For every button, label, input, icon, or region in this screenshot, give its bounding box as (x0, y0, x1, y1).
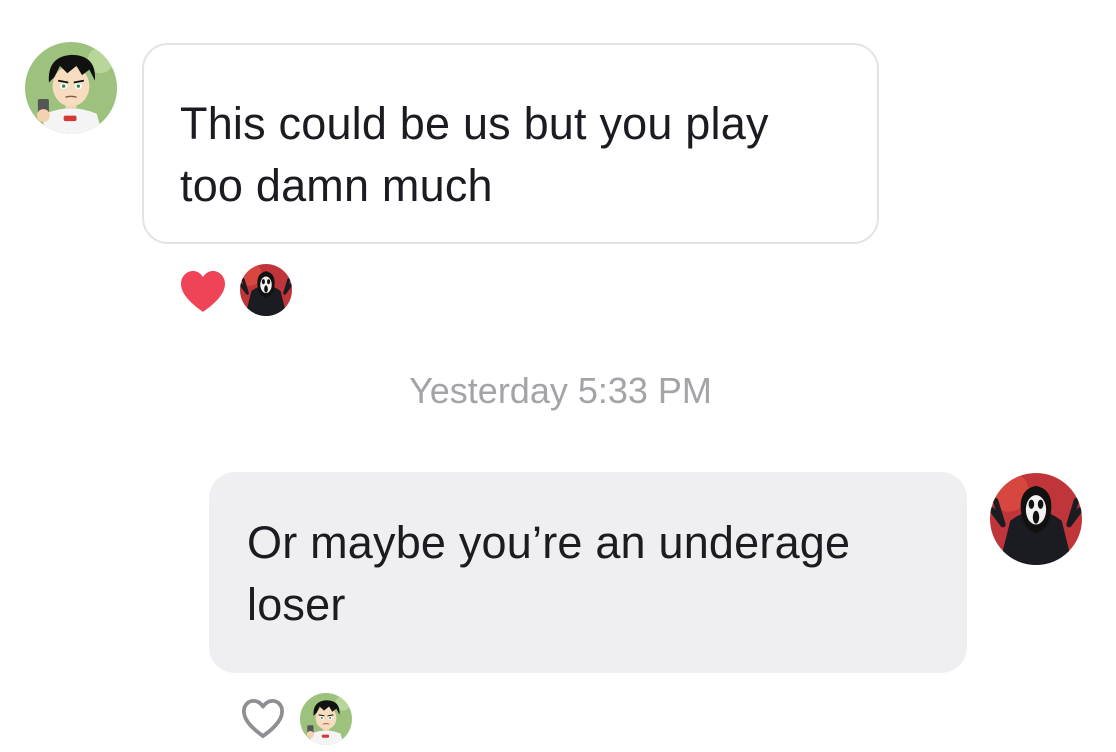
heart-reaction-filled[interactable] (179, 270, 227, 314)
ghostface-avatar (990, 473, 1082, 565)
message-text-line: Or maybe you’re an underage (247, 517, 851, 568)
incoming-message-bubble[interactable]: This could be us but you play too damn m… (142, 43, 879, 244)
reactor-avatar-cartoon-boy[interactable] (300, 693, 352, 745)
ghostface-avatar (240, 264, 292, 316)
message-text-line: too damn much (180, 160, 493, 211)
heart-filled-icon (181, 271, 225, 312)
message-text-line: This could be us but you play (180, 98, 769, 149)
reactor-avatar-ghostface[interactable] (240, 264, 292, 316)
outgoing-message-bubble[interactable]: Or maybe you’re an underage loser (209, 472, 967, 673)
heart-reaction-outline[interactable] (240, 698, 286, 740)
cartoon-boy-avatar (25, 42, 117, 134)
cartoon-boy-avatar (300, 693, 352, 745)
heart-outline-icon (242, 698, 285, 739)
message-text-line: loser (247, 579, 346, 630)
sender-avatar-ghostface[interactable] (990, 473, 1082, 565)
message-timestamp: Yesterday 5:33 PM (409, 370, 712, 411)
sender-avatar-cartoon-boy[interactable] (25, 42, 117, 134)
